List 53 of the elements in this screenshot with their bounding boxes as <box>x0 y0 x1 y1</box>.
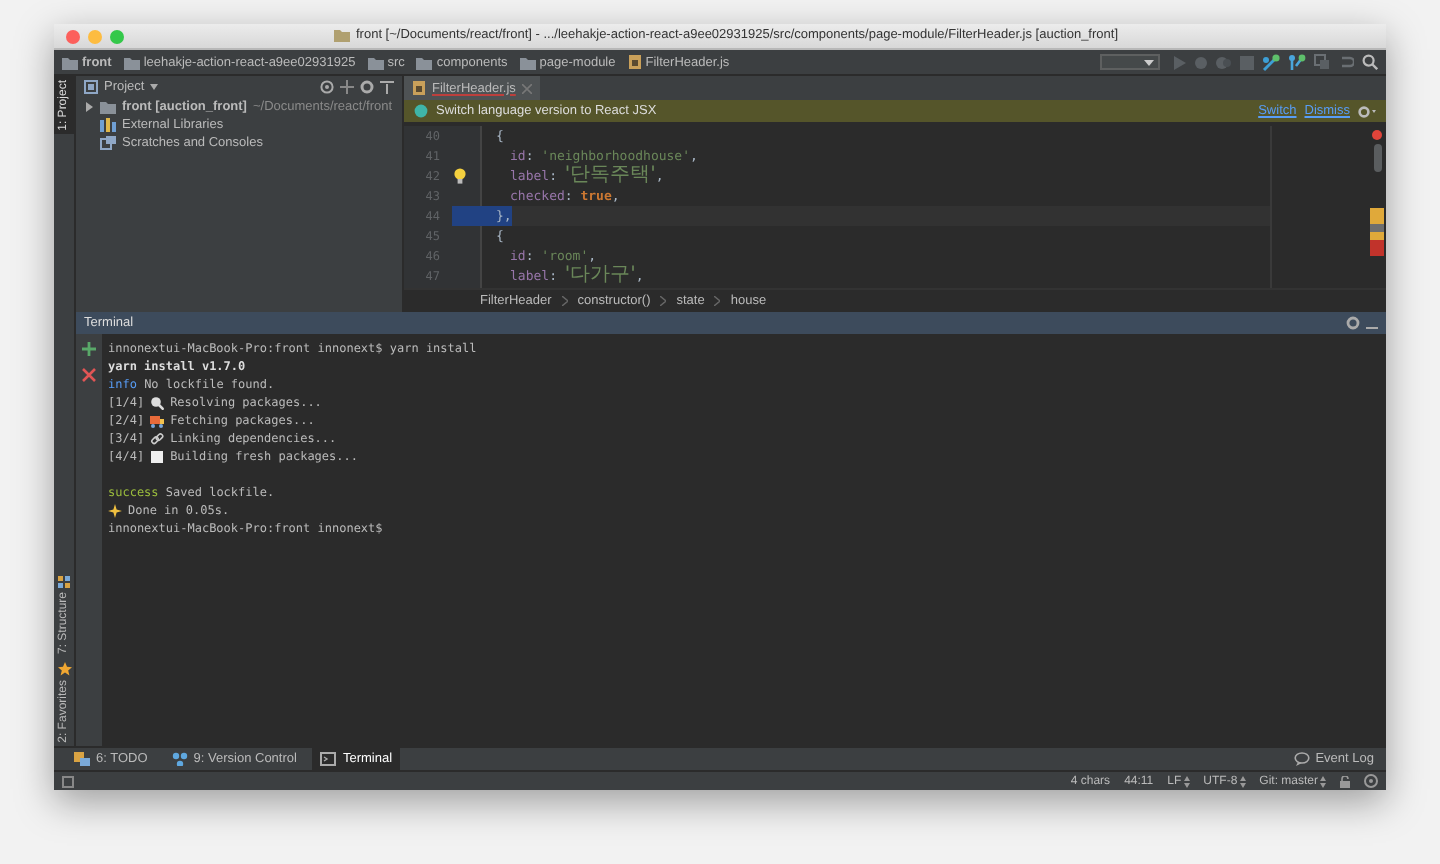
link-icon <box>150 432 165 446</box>
add-icon <box>82 342 96 356</box>
star-icon <box>57 661 71 676</box>
file-icon <box>627 54 642 70</box>
close-button[interactable] <box>66 29 80 43</box>
caret-icon <box>150 84 159 90</box>
vcs-commit-icon <box>1288 53 1306 71</box>
magnifier-icon <box>150 396 165 410</box>
error-marks <box>1370 208 1384 256</box>
close-icon <box>521 83 532 93</box>
minimize-button[interactable] <box>88 29 102 43</box>
collapse-icon <box>340 80 354 94</box>
updown-icon <box>1320 775 1326 787</box>
folder-icon <box>123 55 140 69</box>
lock-icon <box>1340 775 1350 787</box>
library-icon <box>100 118 116 132</box>
close-icon <box>82 368 96 382</box>
undo-icon <box>1338 54 1354 70</box>
stop-icon <box>1240 55 1254 69</box>
truck-icon <box>150 414 165 428</box>
search-icon <box>1362 54 1378 70</box>
todo-icon <box>74 752 90 766</box>
chevron-icon <box>561 296 568 306</box>
folder-icon <box>519 55 536 69</box>
scratch-icon <box>100 136 116 150</box>
chevron-icon <box>714 296 721 306</box>
target-icon <box>320 80 334 94</box>
folder-icon <box>100 100 116 114</box>
speech-bubble-icon <box>1293 752 1310 766</box>
run-icon <box>1174 55 1186 69</box>
updown-icon <box>1183 775 1190 787</box>
file-icon <box>412 80 426 96</box>
sparkle-icon <box>108 504 122 518</box>
chevron-icon <box>660 296 667 306</box>
vcs-update-icon <box>1262 53 1280 71</box>
branch-icon <box>171 752 188 766</box>
structure-icon <box>58 575 70 588</box>
page-icon <box>150 450 165 464</box>
updown-icon <box>1239 775 1246 787</box>
run-configuration-dropdown[interactable] <box>1100 54 1160 70</box>
error-icon <box>1372 130 1382 140</box>
zoom-button[interactable] <box>110 29 124 43</box>
settings-icon <box>360 80 374 94</box>
caret-icon <box>1144 59 1154 65</box>
settings-icon <box>1346 316 1360 330</box>
folder-icon <box>334 28 350 42</box>
folder-icon <box>416 55 433 69</box>
settings-icon <box>1358 105 1376 117</box>
project-icon <box>84 80 98 94</box>
terminal-icon <box>320 752 337 766</box>
folder-icon <box>62 55 78 69</box>
panel-toggle-icon <box>62 775 74 787</box>
scrollbar-thumb[interactable] <box>1373 144 1381 172</box>
